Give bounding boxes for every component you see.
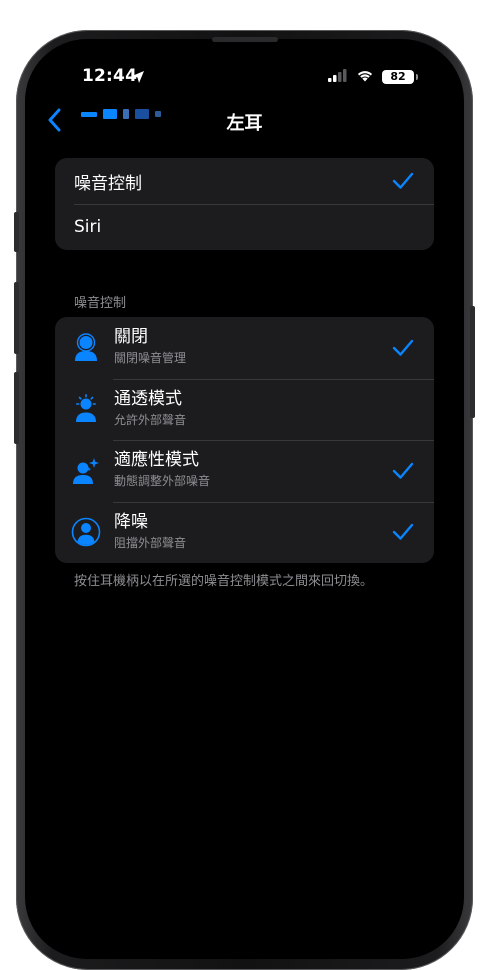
action-button (14, 212, 19, 252)
mode-text: 適應性模式 動態調整外部噪音 (114, 450, 210, 489)
mode-subtitle: 阻擋外部聲音 (114, 535, 187, 550)
noise-modes-group: 關閉 關閉噪音管理 通透模式 允許外部聲音 適應性模式 動態調整外部噪音 降噪 … (55, 317, 434, 563)
mode-title: 適應性模式 (114, 450, 199, 470)
mode-noise-cancellation[interactable]: 降噪 阻擋外部聲音 (55, 501, 434, 564)
mode-subtitle: 允許外部聲音 (114, 412, 187, 427)
location-arrow-icon (131, 69, 145, 88)
mode-title: 關閉 (114, 327, 148, 347)
mode-text: 關閉 關閉噪音管理 (114, 327, 186, 366)
person-off-icon (71, 333, 101, 363)
wifi-icon (356, 67, 374, 86)
checkmark-icon (392, 523, 414, 541)
option-noise-control[interactable]: 噪音控制 (55, 158, 434, 204)
volume-down-button (14, 372, 19, 444)
mode-subtitle: 關閉噪音管理 (114, 351, 187, 365)
battery-indicator: 82 (382, 69, 418, 84)
option-siri[interactable]: Siri (55, 204, 434, 250)
mode-title: 降噪 (114, 511, 148, 532)
option-label: Siri (74, 217, 102, 237)
mode-title: 通透模式 (114, 388, 182, 409)
mode-text: 降噪 阻擋外部聲音 (114, 512, 186, 551)
volume-up-button (14, 282, 19, 354)
option-label: 噪音控制 (74, 173, 142, 194)
cellular-signal-icon (328, 67, 348, 86)
mode-transparency[interactable]: 通透模式 允許外部聲音 (55, 378, 434, 441)
person-noise-cancel-icon (71, 517, 101, 547)
status-time: 12:44 (82, 66, 138, 86)
earpiece-speaker (212, 37, 278, 42)
mode-adaptive[interactable]: 適應性模式 動態調整外部噪音 (55, 440, 434, 502)
checkmark-icon (392, 339, 414, 357)
person-adaptive-icon (71, 456, 101, 486)
checkmark-icon (392, 172, 414, 190)
person-transparency-icon (71, 394, 101, 424)
press-hold-options-group: 噪音控制 Siri (55, 158, 434, 250)
screen: 12:44 82 左耳 噪音控制 Siri 噪音控制 關閉 關閉噪音管理 通透模… (25, 39, 464, 959)
mode-text: 通透模式 允許外部聲音 (114, 389, 186, 428)
checkmark-icon (392, 462, 414, 480)
mode-subtitle: 動態調整外部噪音 (114, 474, 211, 488)
footer-note: 按住耳機柄以在所選的噪音控制模式之間來回切換。 (74, 574, 374, 589)
status-indicators: 82 (328, 67, 418, 86)
page-title: 左耳 (226, 113, 263, 134)
power-button (470, 306, 475, 418)
mode-off[interactable]: 關閉 關閉噪音管理 (55, 317, 434, 379)
section-header-noise-control: 噪音控制 (74, 296, 127, 311)
